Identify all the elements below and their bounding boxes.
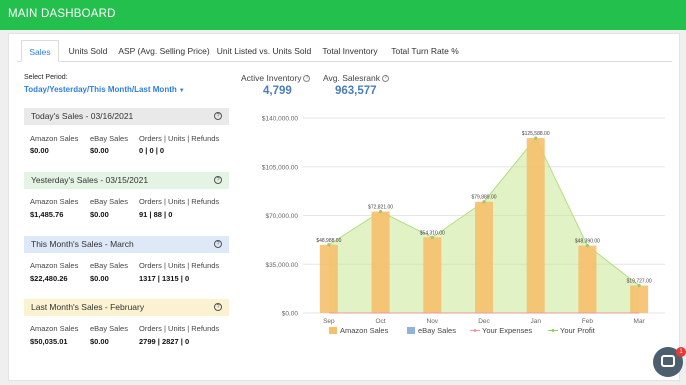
tab-total-turn-rate[interactable]: Total Turn Rate % (387, 40, 463, 62)
ebay-sales-value: $0.00 (90, 210, 109, 219)
amazon-sales-value: $0.00 (30, 146, 49, 155)
amazon-sales-value: $50,035.01 (30, 337, 68, 346)
bar-amazon-sales (319, 244, 338, 313)
ebay-sales-label: eBay Sales (90, 134, 128, 143)
avg-salesrank-value: 963,577 (335, 85, 377, 97)
this-month-sales-header: This Month's Sales - March ? (24, 236, 229, 253)
y-tick-label: $140,000.00 (262, 116, 299, 123)
legend-marker (551, 329, 555, 332)
ebay-sales-value: $0.00 (90, 337, 109, 346)
x-tick-label: Jan (530, 318, 541, 325)
panel-title: Yesterday's Sales - 03/15/2021 (31, 175, 149, 185)
tab-sales[interactable]: Sales (21, 40, 59, 62)
help-icon[interactable]: ? (214, 303, 222, 311)
top-bar: MAIN DASHBOARD (0, 0, 686, 30)
x-tick-label: Oct (376, 318, 386, 325)
bar-amazon-sales (371, 211, 390, 313)
tab-units-sold[interactable]: Units Sold (63, 40, 113, 62)
y-tick-label: $70,000.00 (265, 213, 298, 220)
data-label: $48,390.00 (575, 239, 600, 245)
amazon-sales-label: Amazon Sales (30, 324, 79, 333)
bar-amazon-sales (475, 201, 493, 313)
legend-label: Your Expenses (482, 326, 532, 335)
tab-units-listed-vs-sold[interactable]: Unit Listed vs. Units Sold (215, 40, 313, 62)
orders-units-refunds-value: 2799 | 2827 | 0 (139, 337, 190, 346)
bar-amazon-sales (423, 237, 442, 313)
sales-chart: $0.00 $35,000.00 $70,000.00 $105,000.00 $140… (262, 116, 665, 335)
legend-swatch (329, 327, 337, 334)
orders-units-refunds-value: 91 | 88 | 0 (139, 210, 173, 219)
tab-total-inventory[interactable]: Total Inventory (317, 40, 383, 62)
period-value: Today/Yesterday/This Month/Last Month (24, 85, 177, 94)
orders-units-refunds-value: 0 | 0 | 0 (139, 146, 165, 155)
chat-icon (661, 355, 675, 367)
legend-marker (473, 329, 477, 332)
ebay-sales-label: eBay Sales (90, 324, 128, 333)
period-dropdown[interactable]: Today/Yesterday/This Month/Last Month ▼ (24, 85, 185, 94)
today-sales-header: Today's Sales - 03/16/2021 ? (24, 108, 229, 125)
caret-down-icon: ▼ (178, 88, 185, 94)
data-label: $48,988.00 (316, 238, 341, 244)
active-inventory-label: Active Inventory? (241, 73, 311, 83)
x-tick-label: Sep (323, 318, 335, 325)
amazon-sales-value: $1,485.76 (30, 210, 64, 219)
bar-amazon-sales (578, 245, 597, 313)
amazon-sales-label: Amazon Sales (30, 261, 79, 270)
data-label: $125,588.00 (522, 131, 550, 137)
help-icon[interactable]: ? (214, 176, 222, 184)
data-label: $54,310.00 (420, 230, 445, 236)
yesterday-sales-header: Yesterday's Sales - 03/15/2021 ? (24, 172, 229, 189)
tab-bar: Sales Units Sold ASP (Avg. Selling Price… (17, 40, 672, 62)
tab-asp[interactable]: ASP (Avg. Selling Price) (115, 40, 213, 62)
dashboard-card: Sales Units Sold ASP (Avg. Selling Price… (8, 33, 680, 381)
x-tick-label: Feb (582, 318, 594, 325)
amazon-sales-value: $22,480.26 (30, 274, 68, 283)
legend-label: Amazon Sales (340, 326, 389, 335)
orders-units-refunds-label: Orders | Units | Refunds (139, 324, 220, 333)
legend-label: eBay Sales (418, 326, 456, 335)
panel-title: Last Month's Sales - February (31, 302, 145, 312)
amazon-sales-label: Amazon Sales (30, 134, 79, 143)
x-tick-label: Nov (427, 318, 439, 325)
avg-salesrank-label: Avg. Salesrank? (323, 73, 390, 83)
last-month-sales-header: Last Month's Sales - February ? (24, 299, 229, 316)
bar-amazon-sales (526, 138, 545, 313)
help-icon[interactable]: ? (214, 240, 222, 248)
y-tick-label: $0.00 (282, 311, 299, 318)
y-tick-label: $105,000.00 (262, 164, 299, 171)
help-icon: ? (303, 75, 311, 83)
y-tick-label: $35,000.00 (265, 262, 298, 269)
active-inventory-value: 4,799 (263, 85, 292, 97)
orders-units-refunds-label: Orders | Units | Refunds (139, 197, 220, 206)
dashboard-title: MAIN DASHBOARD (8, 8, 116, 20)
ebay-sales-value: $0.00 (90, 274, 109, 283)
ebay-sales-label: eBay Sales (90, 197, 128, 206)
data-label: $79,889.00 (471, 195, 496, 201)
data-label: $19,727.00 (627, 279, 652, 285)
select-period-label: Select Period: (24, 74, 68, 81)
amazon-sales-label: Amazon Sales (30, 197, 79, 206)
orders-units-refunds-value: 1317 | 1315 | 0 (139, 274, 190, 283)
ebay-sales-value: $0.00 (90, 146, 109, 155)
bar-amazon-sales (630, 285, 649, 313)
x-tick-label: Dec (478, 318, 490, 325)
chat-badge: 1 (676, 347, 686, 357)
panel-title: This Month's Sales - March (31, 239, 134, 249)
help-icon: ? (382, 75, 390, 83)
ebay-sales-label: eBay Sales (90, 261, 128, 270)
legend-swatch (407, 327, 415, 334)
help-icon[interactable]: ? (214, 112, 222, 120)
legend-label: Your Profit (560, 326, 596, 335)
orders-units-refunds-label: Orders | Units | Refunds (139, 134, 220, 143)
data-label: $72,821.00 (368, 205, 393, 211)
panel-title: Today's Sales - 03/16/2021 (31, 111, 134, 121)
x-tick-label: Mar (634, 318, 646, 325)
orders-units-refunds-label: Orders | Units | Refunds (139, 261, 220, 270)
